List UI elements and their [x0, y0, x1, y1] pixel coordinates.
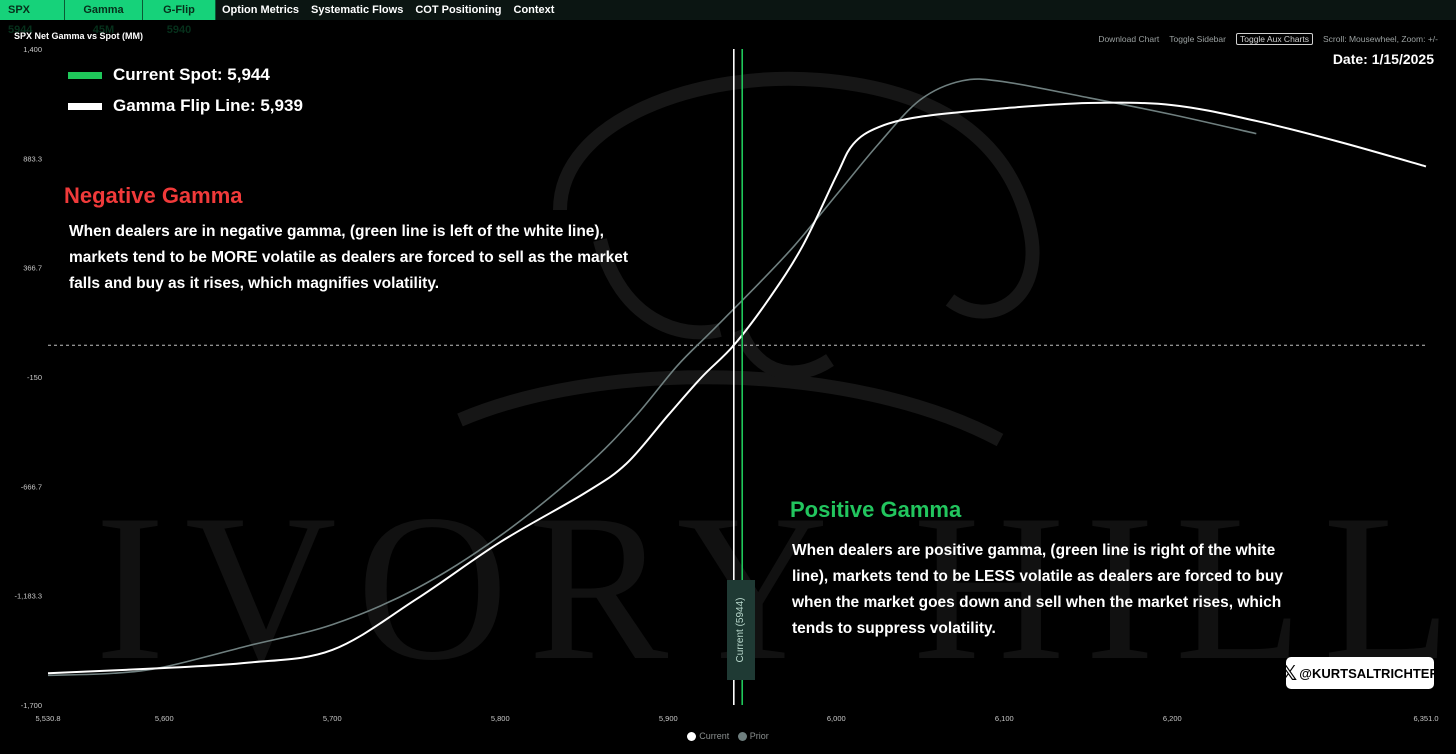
negative-gamma-line: When dealers are in negative gamma, (gre…: [69, 223, 604, 240]
x-tick-label: 5,700: [323, 714, 342, 723]
y-tick-label: -150: [27, 373, 42, 382]
legend-item-prior-label: Prior: [749, 731, 769, 741]
chart-title: SPX Net Gamma vs Spot (MM): [14, 31, 144, 41]
y-axis: 1,400 883.3 366.7 -150 -666.7 -1,183.3 -1,700: [14, 45, 42, 710]
positive-gamma-title: Positive Gamma: [790, 497, 962, 522]
tab-gamma[interactable]: Gamma 45M: [65, 0, 143, 36]
toggle-aux-charts-button[interactable]: Toggle Aux Charts: [1235, 33, 1313, 45]
positive-gamma-line: line), markets tend to be LESS volatile …: [792, 568, 1283, 585]
date-label: Date: 1/15/2025: [1332, 51, 1434, 67]
legend-dot-prior: [737, 732, 747, 742]
chart-toolbar: Download Chart Toggle Sidebar Toggle Aux…: [1098, 33, 1438, 45]
x-tick-label: 6,100: [995, 714, 1014, 723]
positive-gamma-text: When dealers are positive gamma, (green …: [792, 538, 1283, 642]
negative-gamma-line: falls and buy as it rises, which magnifi…: [69, 275, 440, 292]
positive-gamma-line: tends to suppress volatility.: [792, 620, 996, 637]
y-tick-label: -666.7: [21, 482, 42, 491]
x-handle: @KURTSALTRICHTER: [1299, 665, 1439, 681]
legend-dot-current: [687, 732, 697, 742]
tab-spx[interactable]: SPX 5944: [0, 0, 65, 36]
legend-item-current-label: Current: [699, 731, 730, 741]
legend-swatch-flip: [68, 102, 102, 110]
y-tick-label: 366.7: [23, 264, 42, 273]
current-spot-tag-label: Current (5944): [735, 597, 746, 663]
y-tick-label: -1,700: [21, 701, 42, 710]
legend-label-flip: Gamma Flip Line: 5,939: [113, 96, 303, 115]
positive-gamma-line: When dealers are positive gamma, (green …: [792, 542, 1276, 559]
toggle-sidebar-button[interactable]: Toggle Sidebar: [1169, 34, 1226, 44]
legend-item-current[interactable]: Current: [687, 731, 730, 742]
x-tick-label: 6,351.0: [1413, 714, 1438, 723]
y-tick-label: 1,400: [23, 45, 42, 54]
x-tick-label: 5,800: [491, 714, 510, 723]
legend-gamma-flip: Gamma Flip Line: 5,939: [68, 96, 303, 116]
y-tick-label: 883.3: [23, 154, 42, 163]
y-tick-label: -1,183.3: [14, 592, 42, 601]
x-tick-label: 6,200: [1163, 714, 1182, 723]
series-legend: Current Prior: [0, 731, 1456, 742]
negative-gamma-text: When dealers are in negative gamma, (gre…: [69, 219, 628, 297]
zoom-hint: Scroll: Mousewheel, Zoom: +/-: [1322, 34, 1438, 44]
x-tick-label: 5,530.8: [35, 714, 60, 723]
tab-systematic-flows[interactable]: Systematic Flows: [305, 0, 409, 20]
legend-current-spot: Current Spot: 5,944: [68, 65, 270, 85]
x-tick-label: 5,900: [659, 714, 678, 723]
tab-cot-positioning[interactable]: COT Positioning: [409, 0, 507, 20]
x-axis: 5,530.8 5,600 5,700 5,800 5,900 6,000 6,100 6,2…: [35, 714, 1438, 723]
negative-gamma-title: Negative Gamma: [64, 183, 243, 208]
x-tick-label: 5,600: [155, 714, 174, 723]
positive-gamma-line: when the market goes down and sell when …: [792, 594, 1282, 611]
download-chart-button[interactable]: Download Chart: [1098, 34, 1159, 44]
tab-gflip[interactable]: G-Flip 5940: [143, 0, 216, 36]
legend-swatch-spot: [68, 71, 102, 79]
x-handle-badge[interactable]: 𝕏 @KURTSALTRICHTER: [1281, 657, 1439, 689]
legend-label-spot: Current Spot: 5,944: [113, 65, 270, 84]
x-logo-icon: 𝕏: [1281, 661, 1298, 685]
tab-context[interactable]: Context: [508, 0, 561, 20]
legend-item-prior[interactable]: Prior: [737, 731, 769, 742]
top-nav: SPX 5944 Gamma 45M G-Flip 5940 Option Me…: [0, 0, 1456, 36]
current-spot-tag: Current (5944): [727, 580, 755, 680]
x-tick-label: 6,000: [827, 714, 846, 723]
negative-gamma-line: markets tend to be MORE volatile as deal…: [69, 249, 629, 266]
tab-option-metrics[interactable]: Option Metrics: [216, 0, 305, 20]
